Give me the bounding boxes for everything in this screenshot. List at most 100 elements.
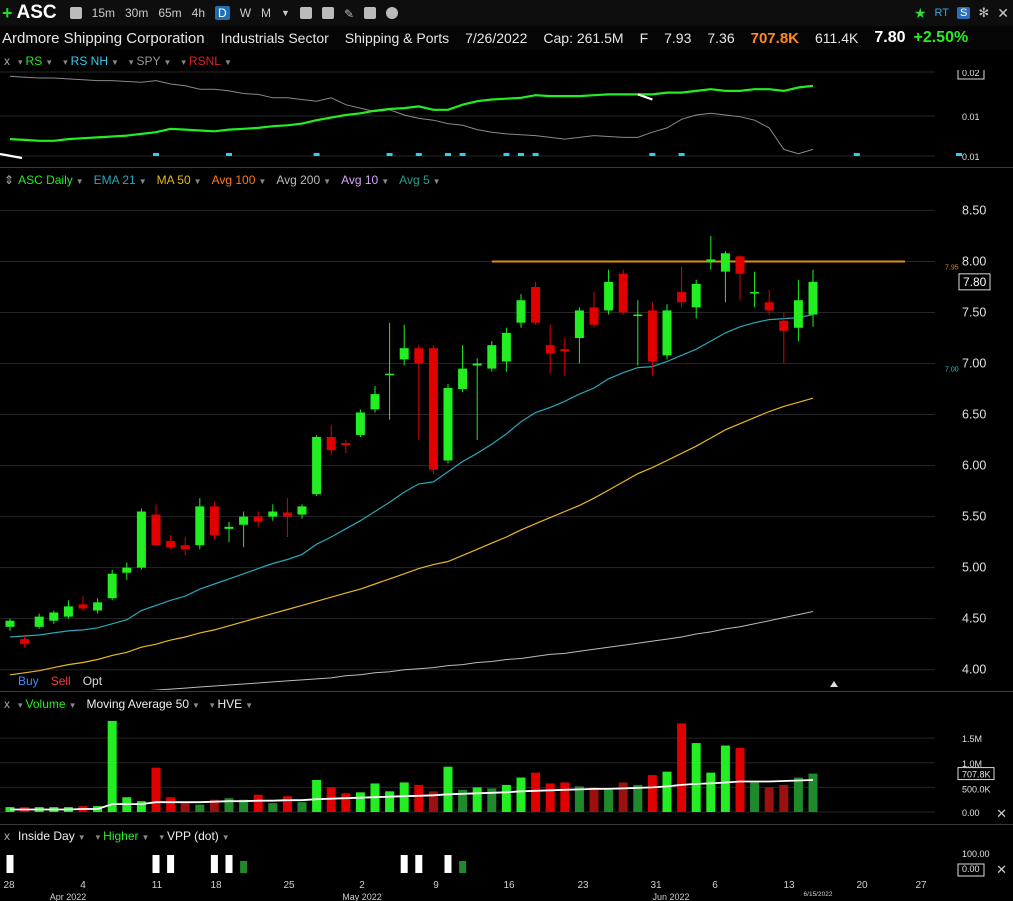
price-tick-label: 6.00	[962, 459, 986, 473]
price-legend-arrows[interactable]: ⇕	[4, 173, 14, 187]
legend-ema21[interactable]: EMA 21 ▼	[94, 173, 147, 187]
legend-rsnl[interactable]: ▾ RSNL ▼	[181, 54, 231, 68]
symbol-label[interactable]: ASC	[17, 2, 57, 24]
candle-body	[531, 286, 541, 323]
last-price: 7.80	[874, 29, 906, 46]
sector-label[interactable]: Industrials Sector	[221, 30, 329, 46]
volume-bar	[443, 766, 453, 812]
panel-divider	[0, 824, 1013, 825]
candle-body	[136, 511, 146, 568]
volume-bar	[750, 782, 760, 812]
rs-nh-marker	[518, 153, 524, 156]
timeframe-dropdown-icon[interactable]: ▼	[281, 8, 290, 18]
rs-nh-marker	[649, 153, 656, 156]
legend-spy[interactable]: ▾ SPY ▼	[129, 54, 171, 68]
legend-inside-day[interactable]: Inside Day ▼	[18, 829, 86, 843]
legend-hve[interactable]: ▾ HVE ▼	[210, 697, 253, 711]
pencil-icon[interactable]: ✎	[344, 7, 354, 21]
higher-marker	[459, 861, 467, 873]
close-volume-x-icon[interactable]: ✕	[996, 806, 1007, 822]
legend-avg200[interactable]: Avg 200 ▼	[276, 173, 331, 187]
candle-body	[604, 281, 614, 311]
buy-button[interactable]: Buy	[18, 674, 39, 688]
tf-4h[interactable]: 4h	[192, 6, 205, 20]
indicator-chart[interactable]: 100.00 0.00	[0, 847, 1013, 877]
share-icon[interactable]	[386, 7, 399, 19]
legend-ma50[interactable]: MA 50 ▼	[157, 173, 202, 187]
candle-body	[122, 567, 132, 573]
candle-body	[574, 310, 584, 338]
add-symbol-icon[interactable]: +	[2, 3, 13, 24]
volume-bar	[180, 803, 190, 812]
close-panel-icon[interactable]: x	[4, 54, 10, 68]
volume-bar	[720, 745, 730, 812]
legend-vpp-dot[interactable]: ▾ VPP (dot) ▼	[159, 829, 229, 843]
candle-body	[750, 292, 760, 294]
candle-body	[677, 292, 687, 303]
month-label: Jun 2022	[652, 892, 689, 901]
legend-avg5[interactable]: Avg 5 ▼	[399, 173, 440, 187]
tf-65m[interactable]: 65m	[158, 6, 181, 20]
star-icon[interactable]: ★	[914, 5, 927, 22]
volume-chart[interactable]: 1.5M1.0M707.8K500.0K0.00	[0, 713, 1013, 823]
legend-moving-average-50[interactable]: Moving Average 50 ▼	[86, 697, 199, 711]
rt-label[interactable]: RT	[935, 7, 949, 19]
candle-body	[166, 541, 176, 548]
rs-nh-marker	[386, 153, 393, 156]
rs-chart[interactable]: 0.02 0.01 0.01	[0, 70, 1013, 166]
sell-button[interactable]: Sell	[51, 674, 71, 688]
candle-body	[779, 320, 789, 331]
rs-nh-marker	[445, 153, 451, 156]
date-tick-label: 4	[80, 880, 86, 891]
inside-day-marker	[415, 855, 423, 873]
legend-avg100[interactable]: Avg 100 ▼	[212, 173, 267, 187]
candle-body	[458, 368, 468, 390]
volume-bar	[341, 793, 351, 812]
volume-bar	[662, 771, 672, 812]
chart-type-icon[interactable]	[299, 7, 312, 19]
market-cap: Cap: 261.5M	[543, 30, 624, 46]
f-label: F	[639, 30, 649, 46]
tf-30m[interactable]: 30m	[125, 6, 148, 20]
volume-bar	[633, 784, 643, 812]
camera-icon[interactable]	[69, 7, 82, 19]
inside-day-marker	[225, 855, 233, 873]
candle-body	[341, 443, 351, 446]
last-price-axis-label: 7.80	[963, 275, 987, 289]
price-chart[interactable]: 8.50 8.00 7.50 7.00 6.50 6.00 5.50 5.00 4.50 4.00…	[0, 190, 1013, 690]
close-indicator-x-icon[interactable]: ✕	[996, 862, 1007, 878]
toolbar-right-icons: ★ RT S ✻ ✕	[910, 5, 1013, 22]
rs-nh-marker	[532, 153, 539, 156]
resistance-axis-label: 7.95	[945, 265, 959, 272]
legend-rs[interactable]: ▾ RS ▼	[18, 54, 53, 68]
candle-body	[793, 300, 803, 328]
opt-button[interactable]: Opt	[83, 674, 102, 688]
legend-volume[interactable]: ▾ Volume ▼	[18, 697, 76, 711]
tf-weekly[interactable]: W	[240, 6, 251, 20]
tf-daily[interactable]: D	[215, 6, 230, 20]
calculator-icon[interactable]	[321, 7, 334, 19]
tf-monthly[interactable]: M	[261, 6, 271, 20]
layers-icon[interactable]	[364, 7, 377, 19]
indicator-axis-label: 100.00	[962, 849, 990, 859]
gear-icon[interactable]: ✻	[978, 5, 989, 21]
tf-15m[interactable]: 15m	[92, 6, 115, 20]
price-tick-label: 8.50	[962, 203, 986, 217]
close-icon[interactable]: ✕	[997, 5, 1009, 22]
legend-higher[interactable]: ▾ Higher ▼	[96, 829, 150, 843]
legend-asc-daily[interactable]: ASC Daily ▼	[18, 173, 84, 187]
volume-bar	[312, 780, 322, 812]
close-volume-icon[interactable]: x	[4, 697, 10, 711]
candle-body	[151, 514, 161, 546]
close-indicator-icon[interactable]: x	[4, 829, 10, 843]
candle-body	[195, 506, 205, 546]
industry-label[interactable]: Shipping & Ports	[345, 30, 449, 46]
volume-bar	[253, 794, 263, 812]
candle-body	[399, 348, 409, 360]
candle-body	[312, 436, 322, 495]
legend-rs-nh[interactable]: ▾ RS NH ▼	[63, 54, 119, 68]
volume-bar	[647, 775, 657, 812]
legend-avg10[interactable]: Avg 10 ▼	[341, 173, 389, 187]
rs-line	[9, 84, 814, 142]
s-badge[interactable]: S	[957, 7, 971, 19]
